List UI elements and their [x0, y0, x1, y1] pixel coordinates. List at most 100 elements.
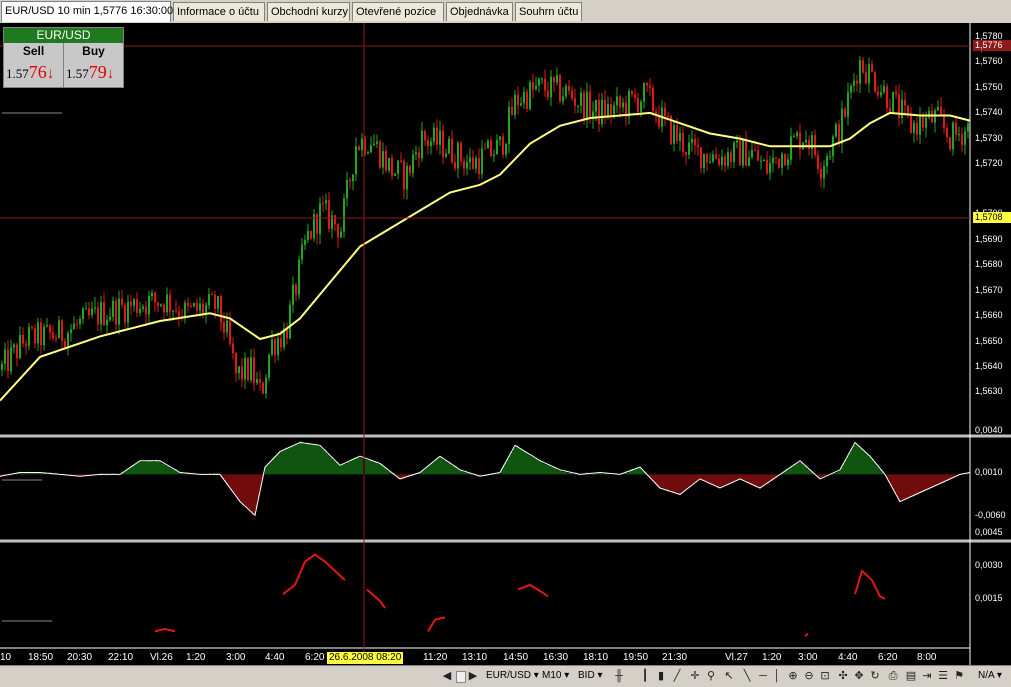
candle-body: [322, 203, 324, 205]
candle-body: [517, 94, 519, 106]
bottom-toolbar: ◀ ▶ EUR/USD ▾ M10 ▾ BID ▾ ╫ ┃ ▮ ╱ ✛ ⚲ ↖ …: [0, 665, 1011, 687]
save-icon[interactable]: ▤: [904, 669, 918, 683]
candle-body: [964, 131, 966, 146]
candle-body: [250, 357, 252, 380]
candle-body: [178, 311, 180, 317]
tab-account-info[interactable]: Informace o účtu: [173, 2, 265, 21]
current-price-tag: 1,5776: [973, 40, 1011, 51]
candle-body: [478, 158, 480, 174]
candle-body: [301, 244, 303, 260]
candle-body: [892, 91, 894, 112]
candle-body: [664, 107, 666, 116]
chart-type-icon[interactable]: ╫: [612, 669, 626, 683]
candle-icon[interactable]: ▮: [654, 669, 668, 683]
candle-body: [865, 72, 867, 84]
candle-body: [547, 90, 549, 98]
candle-body: [778, 158, 780, 168]
alert-icon[interactable]: ⚑: [952, 669, 966, 683]
candle-body: [388, 157, 390, 171]
timeframe-dropdown[interactable]: M10 ▾: [542, 668, 569, 684]
candle-body: [841, 108, 843, 144]
properties-icon[interactable]: ☰: [936, 669, 950, 683]
candle-body: [157, 302, 159, 307]
candle-body: [274, 339, 276, 355]
candle-body: [82, 308, 84, 320]
price-axis-label: 1,5670: [975, 285, 1003, 295]
export-icon[interactable]: ⇥: [920, 669, 934, 683]
move-icon[interactable]: ✣: [836, 669, 850, 683]
scroll-left-icon[interactable]: ◀: [440, 669, 454, 683]
candle-body: [493, 154, 495, 157]
candle-body: [298, 259, 300, 295]
candle-body: [280, 338, 282, 348]
candle-body: [403, 161, 405, 190]
candle-body: [28, 327, 30, 346]
candle-body: [25, 343, 27, 346]
sell-button[interactable]: Sell 1.5776↓: [4, 43, 64, 87]
candle-body: [775, 157, 777, 159]
time-axis-label: Vl.26: [150, 652, 173, 663]
cursor-icon[interactable]: ↖: [722, 669, 736, 683]
symbol-dropdown[interactable]: EUR/USD ▾: [486, 668, 539, 684]
candle-body: [583, 92, 585, 120]
crosshair-icon[interactable]: ✛: [688, 669, 702, 683]
print-icon[interactable]: ⎙: [886, 669, 900, 683]
candle-body: [397, 160, 399, 174]
scroll-right-icon[interactable]: ▶: [466, 669, 480, 683]
zoom-in-icon[interactable]: ⊕: [786, 669, 800, 683]
bar-chart-icon[interactable]: ┃: [638, 669, 652, 683]
zoom-out-icon[interactable]: ⊖: [802, 669, 816, 683]
indicator-axis-label: 0,0015: [975, 593, 1003, 603]
vline-icon[interactable]: │: [770, 669, 784, 683]
tab-trading-rates[interactable]: Obchodní kurzy: [267, 2, 350, 21]
candle-body: [340, 231, 342, 238]
hline-icon[interactable]: ─: [756, 669, 770, 683]
candle-body: [649, 85, 651, 88]
candle-body: [88, 308, 90, 316]
oscillator-axis-label: -0,0060: [975, 510, 1006, 520]
candle-body: [400, 160, 402, 162]
tab-chart-eurusd[interactable]: EUR/USD 10 min 1,5776 16:30:00: [1, 1, 173, 22]
tab-open-positions[interactable]: Otevřené pozice: [352, 2, 444, 21]
price-axis-label: 1,5680: [975, 259, 1003, 269]
buy-button[interactable]: Buy 1.5779↓: [64, 43, 123, 87]
candle-body: [352, 174, 354, 182]
candle-body: [55, 338, 57, 340]
price-axis-label: 1,5690: [975, 234, 1003, 244]
price-type-dropdown[interactable]: BID ▾: [578, 668, 602, 684]
line-chart-icon[interactable]: ╱: [670, 669, 684, 683]
candle-body: [538, 78, 540, 86]
candle-body: [571, 90, 573, 99]
candle-body: [79, 319, 81, 324]
expand-icon[interactable]: ✥: [852, 669, 866, 683]
candle-body: [463, 161, 465, 169]
candle-body: [472, 157, 474, 169]
tab-order[interactable]: Objednávka: [446, 2, 513, 21]
scrollbar-thumb[interactable]: [456, 671, 466, 683]
na-dropdown[interactable]: N/A ▾: [978, 668, 1002, 684]
time-axis-label: 20:30: [67, 652, 93, 663]
candle-body: [619, 96, 621, 108]
candle-body: [13, 344, 15, 348]
candle-body: [466, 162, 468, 169]
sell-down-arrow-icon: ↓: [46, 66, 55, 82]
candle-body: [163, 304, 165, 313]
price-chart[interactable]: [0, 23, 1011, 665]
candle-body: [295, 284, 297, 295]
search-icon[interactable]: ⚲: [704, 669, 718, 683]
tab-account-summary[interactable]: Souhrn účtu: [515, 2, 582, 21]
zoom-fit-icon[interactable]: ⊡: [818, 669, 832, 683]
trendline-icon[interactable]: ╲: [740, 669, 754, 683]
candle-body: [469, 157, 471, 163]
timeframe-value: M10: [542, 670, 562, 681]
time-axis-label: 8:00: [917, 652, 937, 663]
buy-price: 1.5779↓: [66, 62, 114, 83]
candle-body: [514, 94, 516, 115]
candle-body: [214, 294, 216, 309]
candle-body: [199, 303, 201, 311]
refresh-icon[interactable]: ↻: [868, 669, 882, 683]
candle-body: [667, 115, 669, 117]
candle-body: [541, 78, 543, 80]
candle-body: [793, 136, 795, 138]
candle-body: [826, 156, 828, 167]
